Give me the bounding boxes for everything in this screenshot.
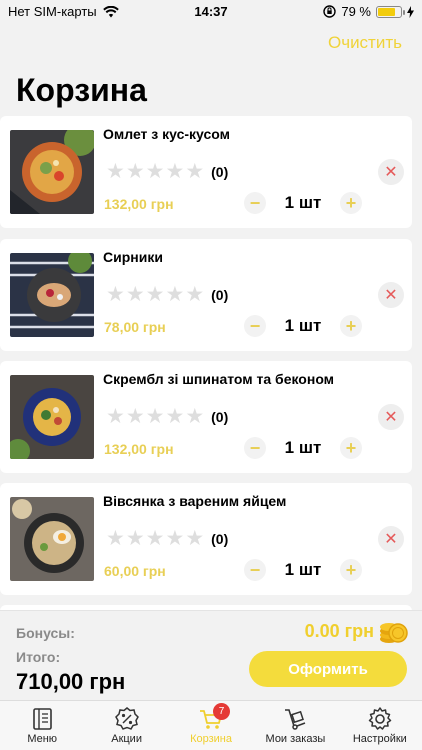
star-icon[interactable]: ★ [165,161,184,182]
dish-name[interactable]: Омлет з кус-кусом [103,126,230,142]
quantity-value: 1 шт [284,560,322,579]
remove-item-button[interactable]: ✕ [378,526,404,552]
star-icon[interactable]: ★ [185,528,204,549]
star-icon[interactable]: ★ [106,284,125,305]
dish-name[interactable]: Вівсянка з вареним яйцем [103,493,286,509]
star-icon[interactable]: ★ [146,528,165,549]
cart-item: Омлет з кус-кусом ★ ★ ★ ★ ★ (0) 132,00 грн −… [0,116,412,228]
star-icon[interactable]: ★ [106,406,125,427]
item-price: 132,00 грн [104,196,174,212]
tab-label: Мои заказы [265,733,326,745]
increase-button[interactable]: + [340,559,362,581]
status-bar: Нет SIM-карты 14:37 79 % [0,0,422,24]
increase-button[interactable]: + [340,437,362,459]
cart-item: Вівсянка з вареним яйцем ★ ★ ★ ★ ★ (0) 60,00… [0,483,412,595]
rating[interactable]: ★ ★ ★ ★ ★ (0) [106,284,229,305]
rating-count: (0) [211,287,229,303]
star-icon[interactable]: ★ [185,284,204,305]
star-icon[interactable]: ★ [106,528,125,549]
star-icon[interactable]: ★ [165,406,184,427]
star-icon[interactable]: ★ [185,406,204,427]
decrease-button[interactable]: − [244,315,266,337]
item-price: 60,00 грн [104,563,166,579]
tab-label: Меню [27,733,58,745]
tab-cart[interactable]: 7 Корзина [169,701,253,750]
star-icon[interactable]: ★ [126,161,145,182]
remove-item-button[interactable]: ✕ [378,282,404,308]
star-icon[interactable]: ★ [126,284,145,305]
cart-badge: 7 [213,703,231,720]
quantity-value: 1 шт [284,316,322,335]
rating-count: (0) [211,164,229,180]
item-price: 132,00 грн [104,441,174,457]
tab-bar: Меню Акции 7 Корзина Мои заказы Настройк… [0,700,422,750]
increase-button[interactable]: + [340,315,362,337]
dish-name[interactable]: Скрембл зі шпинатом та беконом [103,371,334,387]
dish-name[interactable]: Сирники [103,249,163,265]
remove-item-button[interactable]: ✕ [378,159,404,185]
tab-label: Акции [111,733,142,745]
remove-item-button[interactable]: ✕ [378,404,404,430]
tab-label: Корзина [190,733,232,745]
rating[interactable]: ★ ★ ★ ★ ★ (0) [106,161,229,182]
menu-book-icon [33,708,53,730]
total-value: 710,00 грн [16,669,126,694]
dish-photo [10,130,94,214]
tab-menu[interactable]: Меню [0,701,84,750]
dish-photo [10,375,94,459]
checkout-button[interactable]: Оформить [249,651,407,687]
tab-settings[interactable]: Настройки [338,701,422,750]
quantity-value: 1 шт [284,438,322,457]
quantity-stepper: − 1 шт + [244,315,362,337]
quantity-stepper: − 1 шт + [244,559,362,581]
tab-promotions[interactable]: Акции [84,701,168,750]
orientation-lock-icon [323,5,337,18]
hand-truck-icon [285,709,306,730]
star-icon[interactable]: ★ [126,528,145,549]
tab-my-orders[interactable]: Мои заказы [253,701,337,750]
discount-icon [114,707,139,730]
rating-count: (0) [211,531,229,547]
rating-count: (0) [211,409,229,425]
decrease-button[interactable]: − [244,192,266,214]
star-icon[interactable]: ★ [146,406,165,427]
star-icon[interactable]: ★ [185,161,204,182]
cart-item: Скрембл зі шпинатом та беконом ★ ★ ★ ★ ★ (0)… [0,361,412,473]
gear-icon [368,707,392,730]
dish-photo [10,253,94,337]
battery-icon [376,5,405,18]
cart-list[interactable]: Омлет з кус-кусом ★ ★ ★ ★ ★ (0) 132,00 грн −… [0,116,422,610]
cart-summary: Бонусы: 0.00 грн Итого: 710,00 грн Оформ… [0,610,422,700]
dish-photo [10,497,94,581]
rating[interactable]: ★ ★ ★ ★ ★ (0) [106,406,229,427]
clear-cart-button[interactable]: Очистить [328,33,402,53]
status-right: 79 % [323,4,414,19]
page-title: Корзина [16,72,147,108]
star-icon[interactable]: ★ [106,161,125,182]
quantity-value: 1 шт [284,193,322,212]
star-icon[interactable]: ★ [165,528,184,549]
star-icon[interactable]: ★ [165,284,184,305]
cart-item: Сирники ★ ★ ★ ★ ★ (0) 78,00 грн − 1 шт + ✕ [0,239,412,351]
total-label: Итого: [16,649,61,665]
star-icon[interactable]: ★ [126,406,145,427]
decrease-button[interactable]: − [244,559,266,581]
bonus-label: Бонусы: [16,625,75,641]
quantity-stepper: − 1 шт + [244,192,362,214]
item-price: 78,00 грн [104,319,166,335]
coins-icon [380,623,408,643]
bonus-value: 0.00 грн [304,621,374,641]
tab-label: Настройки [352,733,407,745]
battery-percent: 79 % [341,4,371,19]
rating[interactable]: ★ ★ ★ ★ ★ (0) [106,528,229,549]
star-icon[interactable]: ★ [146,284,165,305]
increase-button[interactable]: + [340,192,362,214]
charging-bolt-icon [407,5,414,18]
quantity-stepper: − 1 шт + [244,437,362,459]
star-icon[interactable]: ★ [146,161,165,182]
decrease-button[interactable]: − [244,437,266,459]
